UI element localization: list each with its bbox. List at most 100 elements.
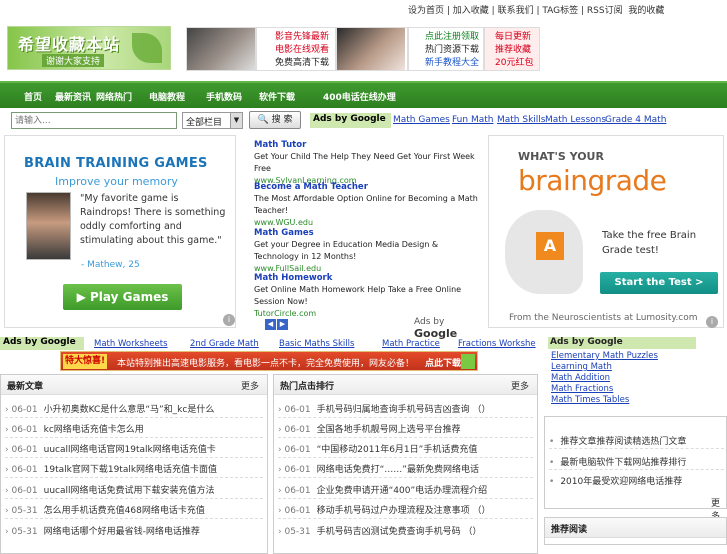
text-ad[interactable]: Become a Math Teacher The Most Affordabl…	[254, 181, 479, 229]
search-input[interactable]	[11, 112, 177, 129]
lumosity-ad[interactable]: WHAT'S YOUR braingrade A Take the free B…	[488, 135, 724, 328]
list-item[interactable]: › 05-31 怎么用手机话费充值468网络电话卡充值	[5, 503, 205, 516]
list-item[interactable]: › 06-01 uucall网络电话免费试用下载安装充值方法	[5, 483, 215, 496]
text-ad[interactable]: Math Tutor Get Your Child The Help They …	[254, 139, 479, 187]
text-ad-title[interactable]: Math Games	[254, 227, 479, 239]
list-item[interactable]: › 06-01 kc网络电话充值卡怎么用	[5, 422, 144, 435]
more-link[interactable]: 更多	[511, 379, 529, 392]
list-item[interactable]: › 06-01 手机号码归属地查询手机号码吉凶查询 （）	[278, 402, 491, 415]
banner-text-2[interactable]: 点此注册领取 热门资源下载 新手教程大全	[408, 27, 484, 71]
list-item[interactable]: • 推荐文章推荐阅读精选热门文章	[549, 434, 686, 447]
banner-text-1[interactable]: 影音先锋最新 电影在线观看 免费高清下载	[256, 27, 336, 71]
list-item[interactable]: › 06-01 企业免费申请开通“400”电话办理流程介绍	[278, 483, 487, 496]
top-link-rss[interactable]: RSS订阅	[587, 6, 623, 16]
promo-download[interactable]: 点此下载	[425, 356, 461, 369]
nav-item-software[interactable]: 软件下载	[259, 90, 295, 103]
banner-photo-1[interactable]	[186, 27, 256, 71]
ad-link-math-practice[interactable]: Math Practice	[382, 339, 440, 349]
list-item[interactable]: › 06-01 移动手机号码过户办理流程及注意事项 （）	[278, 503, 491, 516]
list-item[interactable]: › 06-01 uucall网络电话官网19talk网络电话充值卡	[5, 442, 216, 455]
top-link-contact[interactable]: 联系我们	[498, 6, 534, 16]
ad-link-fractions[interactable]: Fractions Workshe	[458, 339, 536, 349]
ad-link-math-fractions[interactable]: Math Fractions	[551, 384, 613, 394]
divider	[5, 498, 263, 499]
banner-photo-2[interactable]	[336, 27, 408, 71]
item-title[interactable]: “中国移动2011年6月1日”手机话费充值	[317, 445, 478, 455]
ad-link-elementary-puzzles[interactable]: Elementary Math Puzzles	[551, 351, 658, 361]
item-title[interactable]: 19talk官网下载19talk网络电话充值卡面值	[44, 465, 217, 475]
ad-link-math-lessons[interactable]: Math Lessons	[545, 115, 606, 125]
search-category-select[interactable]: 全部栏目 ▼	[182, 112, 243, 129]
promo-banner[interactable]: 特大惊喜! 本站特别推出高速电影服务，看电影一点不卡，完全免费使用，网友必备！ …	[60, 351, 478, 371]
ad-link-learning-math[interactable]: Learning Math	[551, 362, 612, 372]
search-button[interactable]: 🔍 搜 索	[249, 111, 301, 129]
ad-info-icon[interactable]: i	[706, 316, 718, 328]
list-item[interactable]: › 06-01 网络电话免费打“……”最新免费网络电话	[278, 462, 479, 475]
text-ad-title[interactable]: Math Homework	[254, 272, 479, 284]
ad-link-2nd-grade[interactable]: 2nd Grade Math	[190, 339, 259, 349]
chevron-left-icon[interactable]: ◀	[265, 319, 276, 330]
item-title[interactable]: 小升初奥数KC是什么意思“马”和_kc是什么	[44, 405, 215, 415]
ads-by-google-label[interactable]: Ads by Google	[0, 337, 84, 350]
item-title[interactable]: kc网络电话充值卡怎么用	[44, 425, 144, 435]
more-link[interactable]: 更多	[241, 379, 259, 392]
text-ad-desc: Get Your Child The Help They Need Get Yo…	[254, 152, 475, 173]
nav-item-tutorial[interactable]: 电脑教程	[149, 90, 185, 103]
item-title[interactable]: 移动手机号码过户办理流程及注意事项 （）	[317, 506, 491, 516]
list-item[interactable]: › 06-01 19talk官网下载19talk网络电话充值卡面值	[5, 462, 217, 475]
item-title[interactable]: uucall网络电话免费试用下载安装充值方法	[44, 486, 215, 496]
nav-item-hot[interactable]: 网络热门	[96, 90, 132, 103]
item-title[interactable]: 2010年最受欢迎网络电话推荐	[560, 477, 682, 487]
top-link-favorite[interactable]: 加入收藏	[453, 6, 489, 16]
item-title[interactable]: 怎么用手机话费充值468网络电话卡充值	[44, 506, 205, 516]
list-item[interactable]: › 06-01 小升初奥数KC是什么意思“马”和_kc是什么	[5, 402, 214, 415]
list-item[interactable]: › 06-01 全国各地手机靓号网上选号平台推荐	[278, 422, 461, 435]
text-ad-title[interactable]: Math Tutor	[254, 139, 479, 151]
ad-link-times-tables[interactable]: Math Times Tables	[551, 395, 629, 405]
text-ad-desc: The Most Affordable Option Online for Be…	[254, 194, 478, 215]
ad-link-basic-maths[interactable]: Basic Maths Skills	[279, 339, 354, 349]
text-ad-title[interactable]: Become a Math Teacher	[254, 181, 479, 193]
top-link-tag[interactable]: TAG标签	[542, 6, 578, 16]
nav-item-mobile[interactable]: 手机数码	[206, 90, 242, 103]
list-item[interactable]: › 05-31 手机号码吉凶测试免费查询手机号码 （）	[278, 524, 482, 537]
ad-link-math-games[interactable]: Math Games	[393, 115, 450, 125]
ad-link-math-skills[interactable]: Math Skills	[497, 115, 546, 125]
list-item[interactable]: › 06-01 “中国移动2011年6月1日”手机话费充值	[278, 442, 477, 455]
chevron-right-icon[interactable]: ▶	[277, 319, 288, 330]
play-games-button[interactable]: ▶ Play Games	[63, 284, 182, 310]
top-link-home[interactable]: 设为首页	[408, 6, 444, 16]
item-title[interactable]: 网络电话哪个好用最省钱-网络电话推荐	[44, 527, 200, 537]
text-ad[interactable]: Math Homework Get Online Math Homework H…	[254, 272, 479, 320]
nav-item-home[interactable]: 首页	[24, 90, 42, 103]
banner-text-3[interactable]: 每日更新 推荐收藏 20元红包	[484, 27, 540, 71]
list-item[interactable]: • 最新电脑软件下载网站推荐排行	[549, 455, 686, 468]
item-title[interactable]: 网络电话免费打“……”最新免费网络电话	[317, 465, 479, 475]
top-link-my-favorites[interactable]: 我的收藏	[628, 6, 664, 16]
item-title[interactable]: 全国各地手机靓号网上选号平台推荐	[317, 425, 461, 435]
item-date: 06-01	[11, 486, 38, 496]
ad-link-fun-math[interactable]: Fun Math	[452, 115, 493, 125]
ads-by-google-label[interactable]: Ads by Google	[310, 113, 391, 128]
start-test-button[interactable]: Start the Test >	[600, 272, 718, 294]
item-title[interactable]: 最新电脑软件下载网站推荐排行	[560, 458, 686, 468]
item-title[interactable]: uucall网络电话官网19talk网络电话充值卡	[44, 445, 216, 455]
brain-training-ad[interactable]: BRAIN TRAINING GAMES Improve your memory…	[4, 135, 236, 328]
ads-by-google-label[interactable]: Ads by Google	[548, 337, 696, 349]
nav-item-news[interactable]: 最新资讯	[55, 90, 91, 103]
banner-line: 推荐收藏	[495, 45, 532, 55]
item-title[interactable]: 手机号码吉凶测试免费查询手机号码 （）	[317, 527, 482, 537]
text-ad[interactable]: Math Games Get your Degree in Education …	[254, 227, 479, 275]
site-logo[interactable]: 希望收藏本站 谢谢大家支持	[7, 26, 171, 70]
search-button-label: 搜 索	[271, 115, 293, 125]
ad-link-worksheets[interactable]: Math Worksheets	[94, 339, 168, 349]
nav-item-400[interactable]: 400电话在线办理	[323, 90, 396, 103]
list-item[interactable]: • 2010年最受欢迎网络电话推荐	[549, 474, 682, 487]
ad-link-grade-4-math[interactable]: Grade 4 Math	[605, 115, 666, 125]
item-title[interactable]: 企业免费申请开通“400”电话办理流程介绍	[317, 486, 488, 496]
ad-info-icon[interactable]: i	[223, 314, 235, 326]
item-title[interactable]: 手机号码归属地查询手机号码吉凶查询 （）	[317, 405, 491, 415]
list-item[interactable]: › 05-31 网络电话哪个好用最省钱-网络电话推荐	[5, 524, 200, 537]
ad-link-math-addition[interactable]: Math Addition	[551, 373, 610, 383]
item-title[interactable]: 推荐文章推荐阅读精选热门文章	[560, 437, 686, 447]
